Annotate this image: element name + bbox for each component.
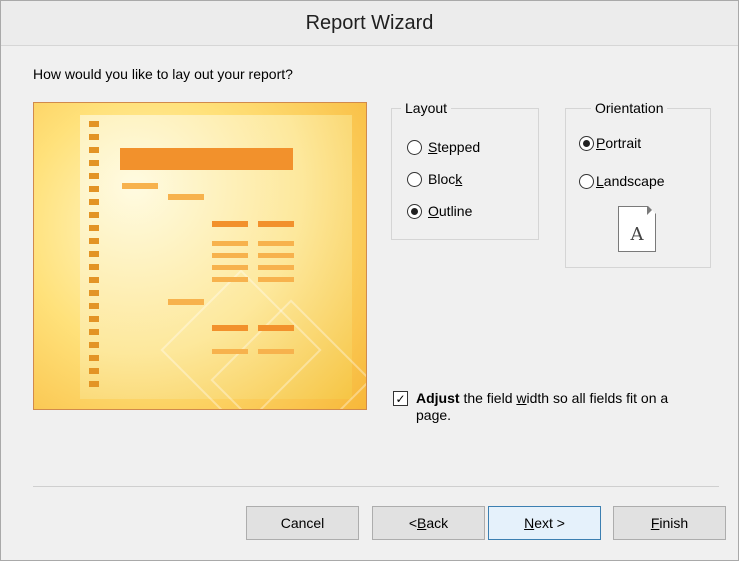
preview-group-header (168, 194, 204, 200)
radio-block[interactable]: Block (407, 171, 462, 187)
adjust-field-width-checkbox[interactable]: ✓ Adjust the field width so all fields f… (393, 390, 703, 424)
radio-label-portrait: Portrait (596, 135, 642, 151)
layout-group-legend: Layout (401, 100, 452, 116)
preview-detail-row (212, 253, 248, 258)
radio-stepped[interactable]: Stepped (407, 139, 480, 155)
radio-button-selected-icon[interactable] (579, 135, 594, 151)
preview-binding (89, 121, 99, 393)
back-button[interactable]: < Back (372, 506, 485, 540)
radio-outline[interactable]: Outline (407, 203, 472, 219)
radio-button-icon[interactable] (407, 139, 422, 155)
preview-column-header (212, 221, 248, 227)
cancel-button[interactable]: Cancel (246, 506, 359, 540)
radio-label-outline: Outline (428, 203, 473, 219)
check-mark-icon: ✓ (395, 391, 406, 406)
next-button[interactable]: Next > (488, 506, 601, 540)
radio-button-selected-icon[interactable] (407, 203, 422, 219)
radio-button-icon[interactable] (407, 171, 422, 187)
page-icon-letter: A (630, 224, 644, 245)
preview-detail-row (258, 277, 294, 282)
adjust-field-width-label: Adjust the field width so all fields fit… (416, 390, 669, 423)
preview-detail-row (258, 265, 294, 270)
portrait-page-icon: A (618, 206, 656, 252)
preview-detail-row (258, 253, 294, 258)
button-separator (33, 486, 719, 487)
preview-detail-row (258, 241, 294, 246)
layout-preview-image (33, 102, 367, 410)
preview-detail-row (212, 265, 248, 270)
window-title: Report Wizard (305, 11, 434, 34)
preview-detail-row (212, 241, 248, 246)
finish-button[interactable]: Finish (613, 506, 726, 540)
radio-portrait[interactable]: Portrait (579, 135, 641, 151)
radio-label-stepped: Stepped (428, 139, 481, 155)
radio-button-icon[interactable] (579, 173, 594, 189)
preview-detail-row (258, 349, 294, 354)
preview-column-header (258, 325, 294, 331)
title-bar: Report Wizard (1, 1, 738, 46)
layout-prompt: How would you like to lay out your repor… (33, 66, 293, 82)
radio-label-block: Block (428, 171, 463, 187)
report-wizard-window: Report Wizard How would you like to lay … (0, 0, 739, 561)
orientation-group-legend: Orientation (591, 100, 668, 116)
preview-group-header (168, 299, 204, 305)
checkbox-checked-icon[interactable]: ✓ (393, 391, 408, 406)
preview-title-bar (120, 148, 293, 170)
preview-detail-row (212, 349, 248, 354)
preview-column-header (258, 221, 294, 227)
preview-column-header (212, 325, 248, 331)
preview-detail-row (212, 277, 248, 282)
preview-group-header (122, 183, 158, 189)
radio-landscape[interactable]: Landscape (579, 173, 665, 189)
page-fold-cut (648, 206, 656, 214)
radio-label-landscape: Landscape (596, 173, 665, 189)
